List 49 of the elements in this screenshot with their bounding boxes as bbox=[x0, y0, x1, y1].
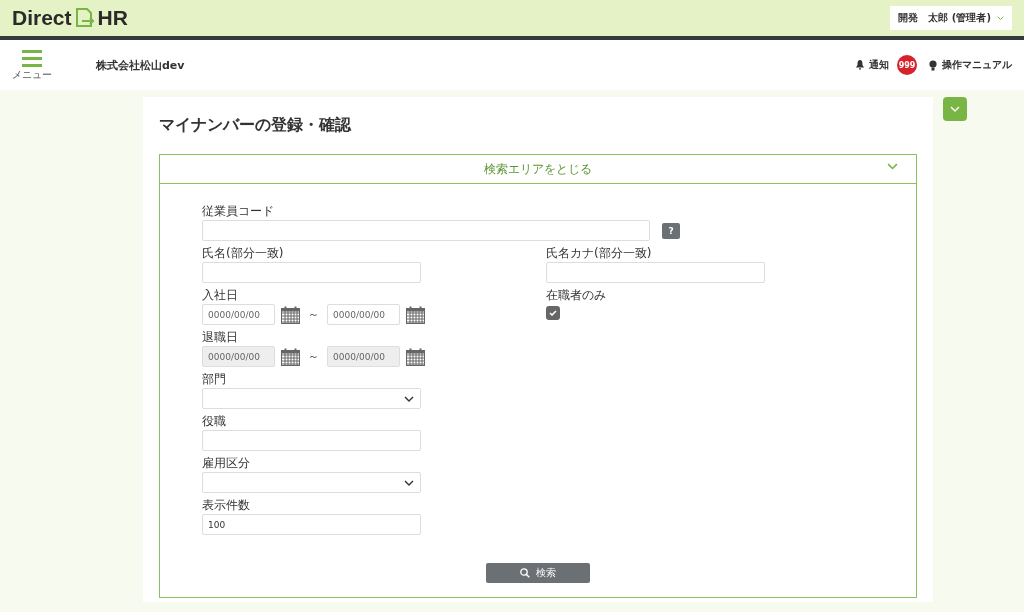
search-icon bbox=[520, 568, 530, 578]
menu-button[interactable]: メニュー bbox=[12, 50, 52, 80]
check-icon bbox=[549, 310, 557, 316]
bell-icon bbox=[856, 60, 864, 70]
field-label: 氏名カナ(部分一致) bbox=[546, 246, 653, 261]
text-field[interactable] bbox=[202, 262, 421, 283]
page-title: マイナンバーの登録・確認 bbox=[159, 115, 352, 136]
user-menu[interactable]: 開発 太郎 (管理者) bbox=[890, 6, 1012, 30]
field-label: 入社日 bbox=[202, 288, 239, 303]
help-button[interactable]: ? bbox=[662, 222, 680, 239]
field-label: 部門 bbox=[202, 372, 227, 387]
search-button[interactable]: 検索 bbox=[486, 563, 590, 583]
field-label: 役職 bbox=[202, 414, 227, 429]
chevron-icon bbox=[887, 163, 898, 170]
logo-text: Direct bbox=[12, 6, 72, 30]
logo-text: HR bbox=[97, 6, 128, 30]
notification-count: 999 bbox=[897, 55, 917, 75]
notification-link[interactable]: 通知 bbox=[856, 58, 889, 72]
calendar-icon[interactable] bbox=[406, 347, 425, 366]
text-field[interactable] bbox=[202, 430, 421, 451]
field-label: 従業員コード bbox=[202, 204, 275, 219]
hamburger-icon bbox=[22, 50, 42, 67]
calendar-icon[interactable] bbox=[406, 305, 425, 324]
chevron-down-icon bbox=[950, 106, 960, 112]
field-label: 退職日 bbox=[202, 330, 239, 345]
calendar-icon[interactable] bbox=[281, 305, 300, 324]
field-label: 在職者のみ bbox=[546, 288, 607, 303]
field-label: 雇用区分 bbox=[202, 456, 251, 471]
chevron-down-icon bbox=[404, 479, 414, 486]
document-arrow-icon bbox=[73, 7, 96, 29]
field-label: 表示件数 bbox=[202, 498, 251, 513]
field-label: 氏名(部分一致) bbox=[202, 246, 285, 261]
chevron-down-icon bbox=[997, 15, 1004, 21]
range-separator: ～ bbox=[308, 349, 319, 364]
text-field[interactable] bbox=[202, 220, 650, 241]
select-field[interactable] bbox=[202, 472, 421, 493]
date-field[interactable]: 0000/00/00 bbox=[202, 304, 275, 325]
text-field[interactable] bbox=[546, 262, 765, 283]
company-name: 株式会社松山dev bbox=[96, 57, 186, 73]
checkbox[interactable] bbox=[546, 306, 560, 320]
calendar-icon[interactable] bbox=[281, 347, 300, 366]
text-field[interactable]: 100 bbox=[202, 514, 421, 535]
chevron-down-icon bbox=[404, 395, 414, 402]
manual-link[interactable]: 操作マニュアル bbox=[929, 58, 1012, 72]
date-field[interactable]: 0000/00/00 bbox=[327, 304, 400, 325]
scroll-down-button[interactable] bbox=[943, 97, 967, 121]
range-separator: ～ bbox=[308, 307, 319, 322]
lightbulb-icon bbox=[929, 59, 937, 71]
select-field[interactable] bbox=[202, 388, 421, 409]
